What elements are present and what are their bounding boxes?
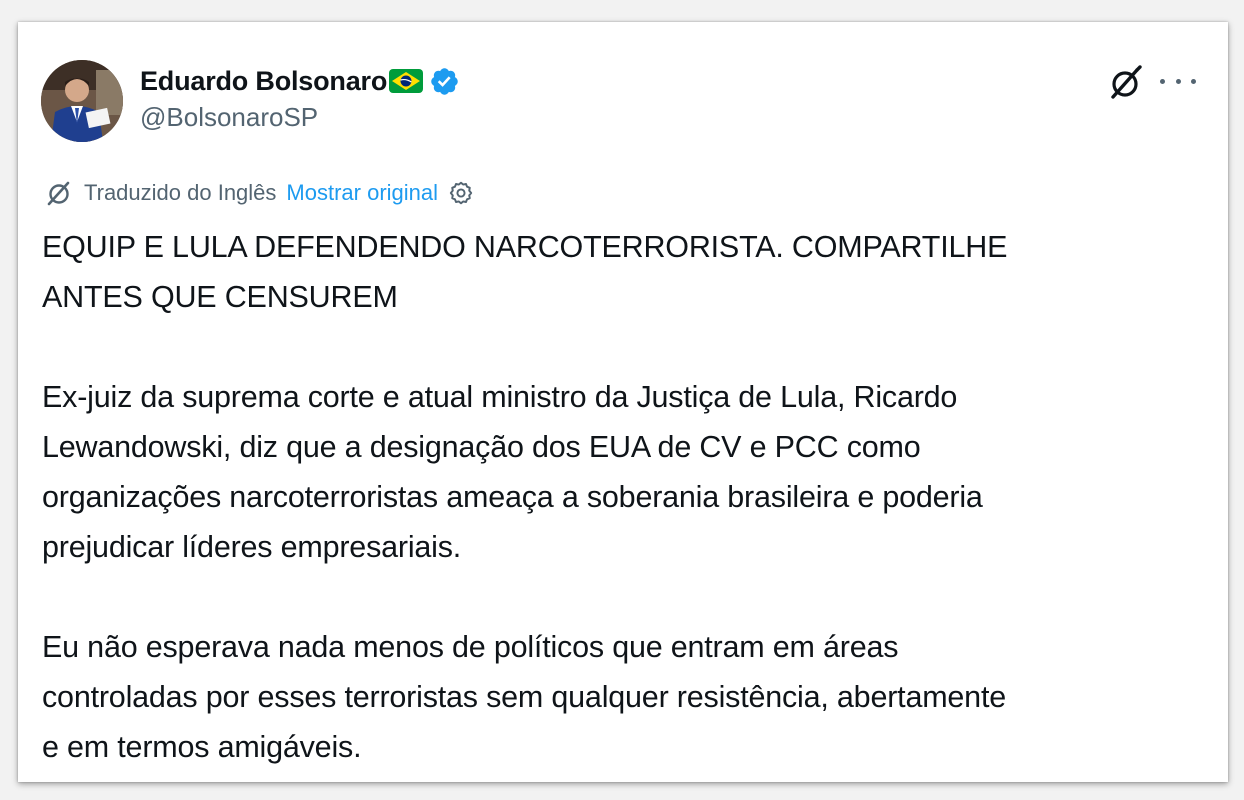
- verified-badge-icon[interactable]: [429, 66, 460, 97]
- translate-icon: [44, 178, 74, 208]
- tweet-line: Lewandowski, diz que a designação dos EU…: [42, 430, 921, 464]
- translation-row: Traduzido do Inglês Mostrar original: [44, 177, 474, 209]
- avatar[interactable]: [41, 60, 123, 142]
- dot-icon: [1175, 78, 1181, 84]
- tweet-card: Eduardo Bolsonaro @BolsonaroSP Traduzido…: [18, 22, 1228, 782]
- gear-icon[interactable]: [448, 180, 474, 206]
- grok-icon[interactable]: [1106, 64, 1144, 102]
- translated-from-label: Traduzido do Inglês: [84, 180, 277, 205]
- tweet-line: controladas por esses terroristas sem qu…: [42, 680, 1006, 714]
- tweet-line: organizações narcoterroristas ameaça a s…: [42, 480, 983, 514]
- tweet-line: Ex-juiz da suprema corte e atual ministr…: [42, 380, 958, 414]
- tweet-line: e em termos amigáveis.: [42, 730, 362, 764]
- avatar-photo: [41, 60, 123, 142]
- dot-icon: [1191, 78, 1196, 84]
- tweet-body: EQUIP E LULA DEFENDENDO NARCOTERRORISTA.…: [42, 222, 1212, 772]
- more-options-icon[interactable]: [1160, 68, 1196, 94]
- brazil-flag-icon: [389, 68, 424, 94]
- author-name-row[interactable]: Eduardo Bolsonaro: [140, 62, 460, 100]
- tweet-line: EQUIP E LULA DEFENDENDO NARCOTERRORISTA.…: [42, 230, 1008, 264]
- author-handle[interactable]: @BolsonaroSP: [140, 102, 318, 133]
- display-name[interactable]: Eduardo Bolsonaro: [140, 66, 387, 97]
- show-original-link[interactable]: Mostrar original: [286, 180, 438, 206]
- tweet-line: Eu não esperava nada menos de políticos …: [42, 630, 899, 664]
- tweet-line: ANTES QUE CENSUREM: [42, 280, 398, 314]
- dot-icon: [1160, 78, 1165, 84]
- tweet-line: prejudicar líderes empresariais.: [42, 530, 462, 564]
